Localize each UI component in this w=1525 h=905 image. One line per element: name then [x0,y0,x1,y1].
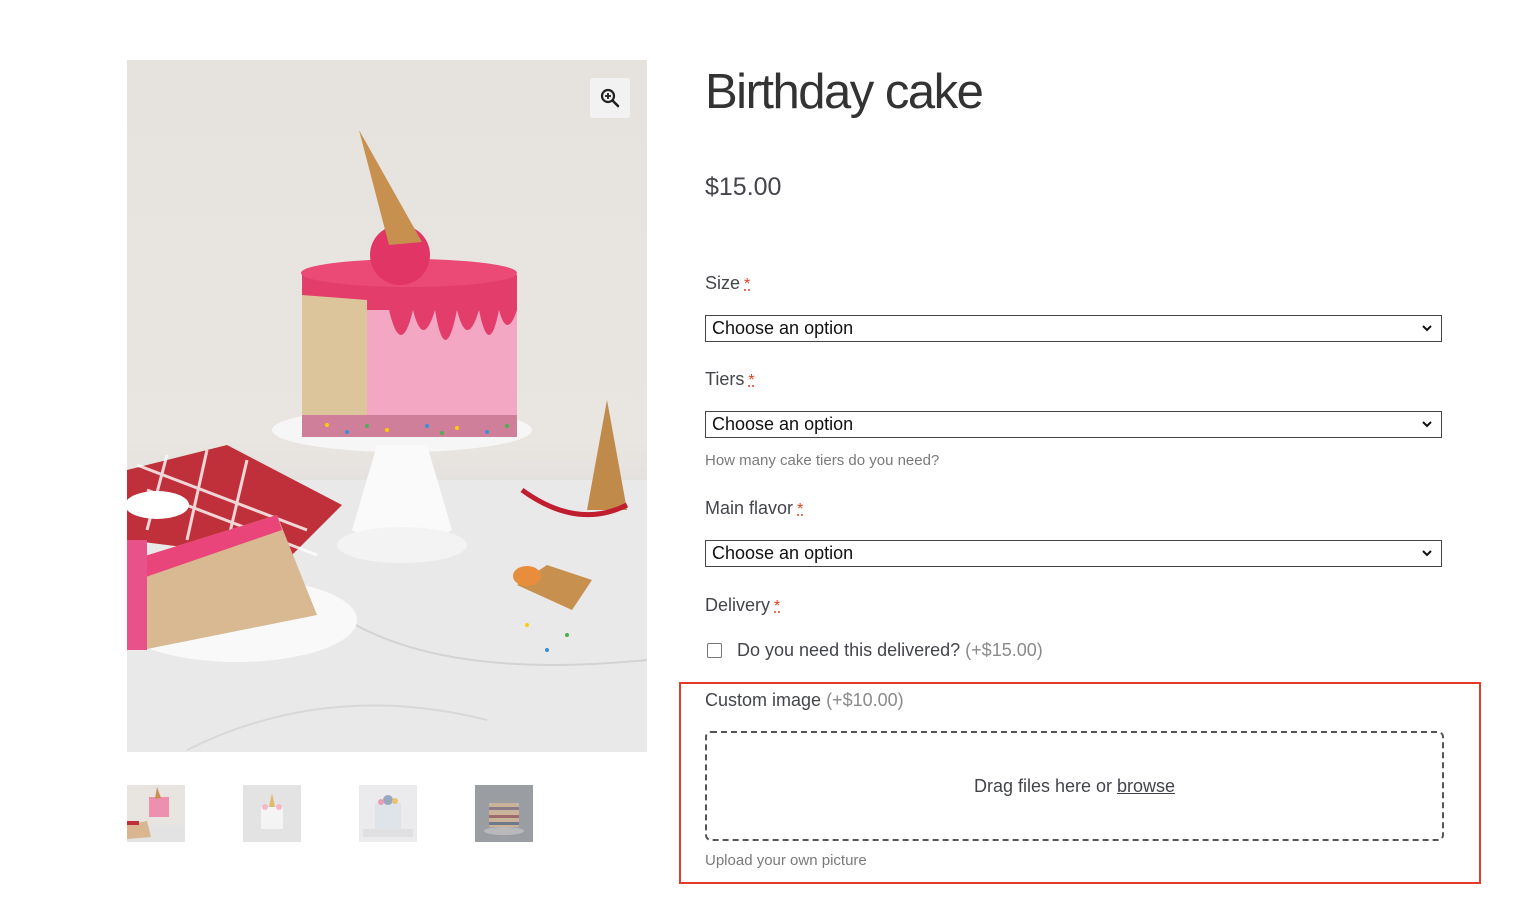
delivery-price: (+$15.00) [965,640,1043,660]
delivery-label: Delivery * [705,595,780,616]
size-label: Size * [705,273,750,294]
custom-image-highlight-box [679,682,1481,884]
size-required-mark: * [744,276,751,293]
delivery-required-mark: * [774,598,781,615]
thumbnail-layer-cake[interactable] [475,785,533,842]
tiers-select[interactable]: Choose an option [705,411,1442,438]
product-main-image[interactable] [127,60,647,752]
delivery-checkbox-label[interactable]: Do you need this delivered? (+$15.00) [737,640,1043,661]
thumbnail-strip [127,785,533,842]
tiers-select-value: Choose an option [712,414,854,434]
product-price: $15.00 [705,173,782,201]
thumbnail-blue-cake[interactable] [359,785,417,842]
chevron-down-icon [1422,550,1432,557]
delivery-checkbox[interactable] [707,643,722,658]
tiers-help-text: How many cake tiers do you need? [705,452,940,469]
flavor-select-value: Choose an option [712,543,854,563]
thumbnail-cake-slice[interactable] [127,785,185,842]
thumbnail-unicorn-cake[interactable] [243,785,301,842]
delivery-option: Do you need this delivered? (+$15.00) [705,640,1043,661]
flavor-label-text: Main flavor [705,498,794,518]
zoom-button[interactable] [590,78,630,118]
flavor-required-mark: * [797,501,804,518]
size-select[interactable]: Choose an option [705,315,1442,342]
delivery-label-text: Delivery [705,595,771,615]
size-select-value: Choose an option [712,318,854,338]
tiers-label: Tiers * [705,369,755,390]
size-label-text: Size [705,273,741,293]
flavor-label: Main flavor * [705,498,803,519]
product-title: Birthday cake [705,65,984,119]
chevron-down-icon [1422,421,1432,428]
zoom-in-icon [600,88,620,108]
chevron-down-icon [1422,325,1432,332]
tiers-required-mark: * [748,372,755,389]
flavor-select[interactable]: Choose an option [705,540,1442,567]
tiers-label-text: Tiers [705,369,745,389]
delivery-checkbox-text: Do you need this delivered? [737,640,961,660]
